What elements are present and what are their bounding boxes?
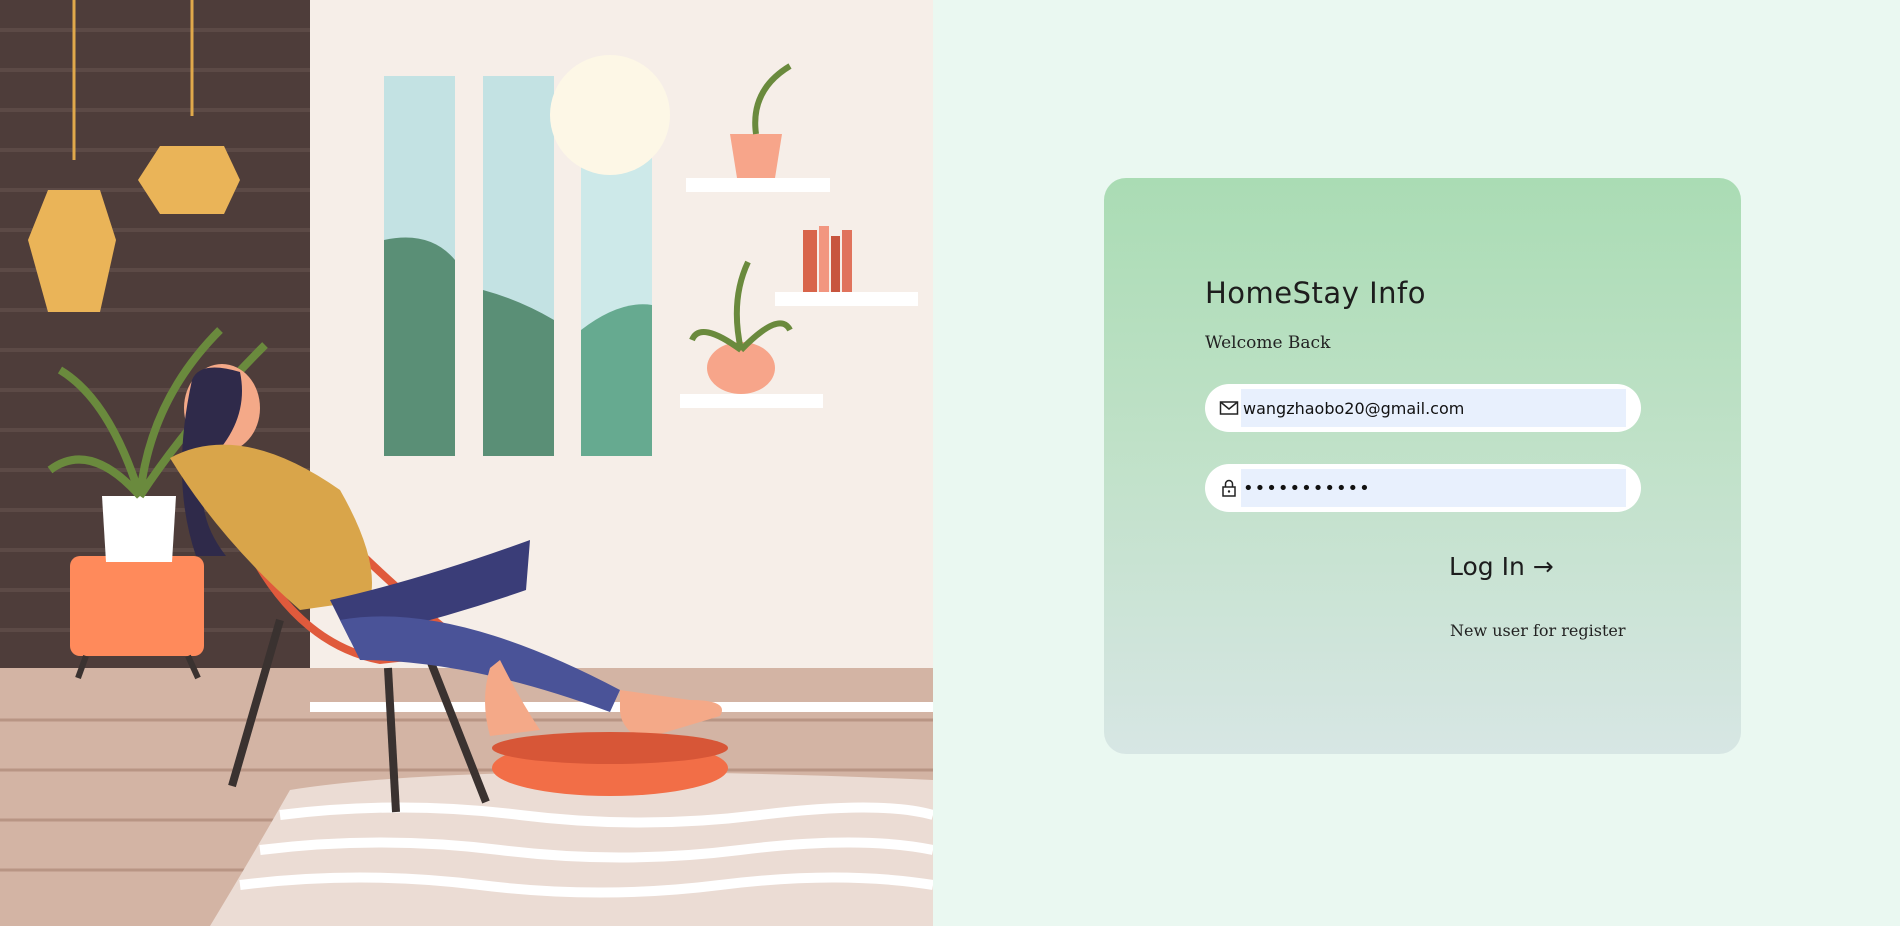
login-card: HomeStay Info Welcome Back Log In → New … <box>1104 178 1741 754</box>
mail-icon <box>1219 401 1239 415</box>
relaxing-woman-illustration <box>0 0 933 926</box>
register-link[interactable]: New user for register <box>1450 621 1626 640</box>
email-field[interactable] <box>1205 384 1641 432</box>
password-input[interactable] <box>1241 469 1626 507</box>
hero-illustration <box>0 0 933 926</box>
welcome-text: Welcome Back <box>1205 333 1331 353</box>
app-title: HomeStay Info <box>1205 276 1426 310</box>
email-input[interactable] <box>1241 389 1626 427</box>
lock-icon <box>1222 479 1236 497</box>
password-field[interactable] <box>1205 464 1641 512</box>
login-button[interactable]: Log In → <box>1449 552 1554 581</box>
